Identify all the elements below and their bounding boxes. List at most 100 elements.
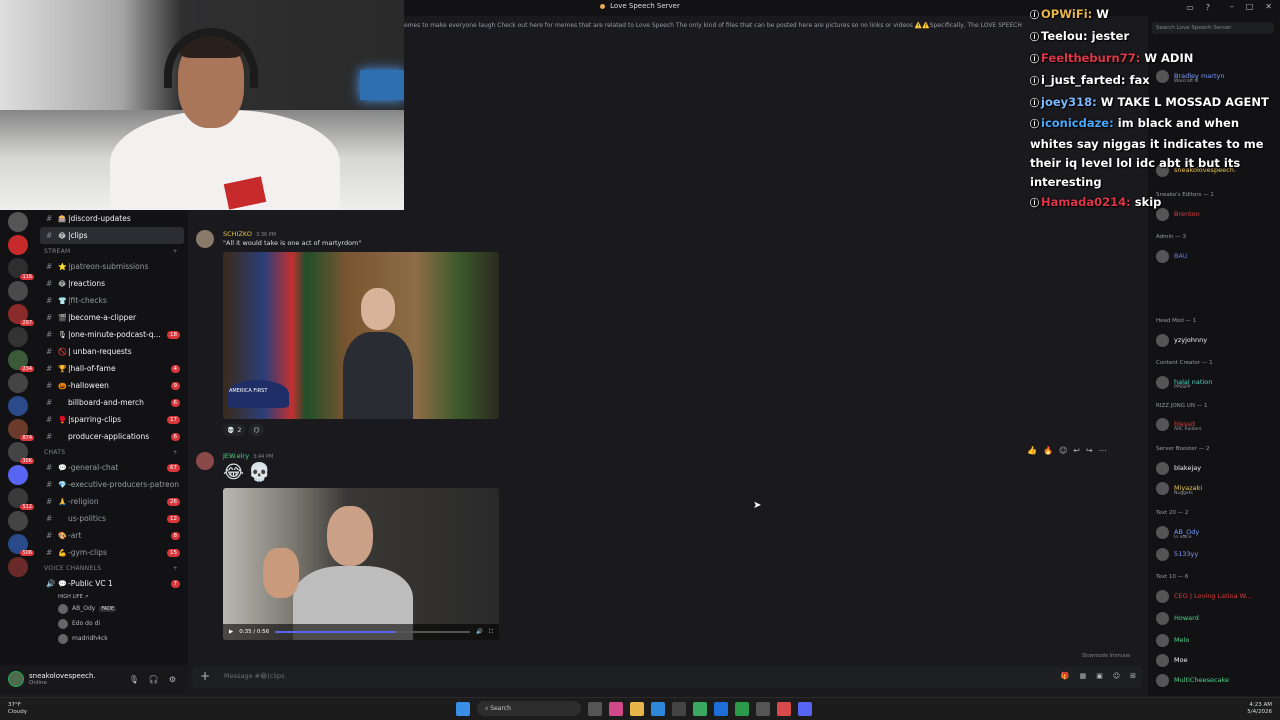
channel-item[interactable]: # 🎨 -art 8 <box>36 527 188 544</box>
gear-icon[interactable]: ⚙ <box>169 675 176 684</box>
channel-item[interactable]: # 👕 |fit-checks <box>36 292 188 309</box>
member-item[interactable]: blessd ARC Raiders <box>1156 416 1201 432</box>
reaction-skull[interactable]: 💀 2 <box>223 424 246 436</box>
avatar[interactable] <box>8 671 24 687</box>
avatar[interactable] <box>196 230 214 248</box>
channel-item[interactable]: # 😂 |clips <box>40 227 184 244</box>
task-view-icon[interactable] <box>588 701 602 716</box>
channel-item[interactable]: # billboard-and-merch 6 <box>36 394 188 411</box>
server-icon[interactable] <box>8 281 28 301</box>
channel-item[interactable]: # 🏆 |hall-of-fame 4 <box>36 360 188 377</box>
chrome-icon[interactable] <box>693 701 707 716</box>
voice-user[interactable]: Edo do di <box>36 616 188 631</box>
channel-item[interactable]: # 🙏 -religion 26 <box>36 493 188 510</box>
server-icon[interactable] <box>8 327 28 347</box>
play-icon[interactable]: ▶ <box>229 629 233 635</box>
member-item[interactable]: yzyjohnny <box>1156 332 1207 348</box>
edge-icon[interactable] <box>651 701 665 716</box>
sticker-icon[interactable]: ▣ <box>1096 672 1103 680</box>
member-item[interactable]: Melo <box>1156 632 1189 648</box>
file-explorer-icon[interactable] <box>630 701 644 716</box>
member-item[interactable]: blakejay <box>1156 460 1201 476</box>
channel-item[interactable]: # ⭐ |patreon-submissions <box>36 258 188 275</box>
app-icon[interactable] <box>756 701 770 716</box>
channel-category[interactable]: VOICE CHANNELS + <box>36 561 188 575</box>
server-icon[interactable]: 116 <box>8 258 34 280</box>
gif-icon[interactable]: ▦ <box>1080 672 1087 680</box>
message-input[interactable]: Message #😂|clips <box>224 672 284 680</box>
server-icon[interactable] <box>8 235 28 255</box>
channel-category[interactable]: CHATS + <box>36 445 188 459</box>
volume-icon[interactable]: 🔊 <box>476 629 483 635</box>
channel-item[interactable]: # 🎬 |become-a-clipper <box>36 309 188 326</box>
member-item[interactable]: Moe <box>1156 652 1188 668</box>
channel-category[interactable]: STREAM + <box>36 244 188 258</box>
add-reaction-icon[interactable]: ☺ <box>1059 446 1067 455</box>
voice-user[interactable]: AB_Ody FADE <box>36 601 188 616</box>
channel-item[interactable]: # 💬 -general-chat 67 <box>36 459 188 476</box>
reply-icon[interactable]: ↩ <box>1073 446 1080 455</box>
server-icon[interactable] <box>8 557 28 577</box>
channel-item[interactable]: # us-politics 12 <box>36 510 188 527</box>
channel-item[interactable]: # 💪 -gym-clips 15 <box>36 544 188 561</box>
excel-icon[interactable] <box>735 701 749 716</box>
more-icon[interactable]: ⋯ <box>1099 446 1107 455</box>
channel-item[interactable]: # 💎 -executive-producers-patreon <box>36 476 188 493</box>
add-channel-icon[interactable]: + <box>173 449 178 456</box>
server-icon[interactable] <box>8 396 28 416</box>
clock[interactable]: 4:23 AM 5/4/2026 <box>1247 702 1272 716</box>
obs-icon[interactable] <box>777 701 791 716</box>
app-icon[interactable] <box>609 701 623 716</box>
channel-item[interactable]: # 🎃 -halloween 9 <box>36 377 188 394</box>
emoji-icon[interactable]: ☺ <box>1113 672 1120 680</box>
server-icon[interactable]: 30K <box>8 442 34 464</box>
member-item[interactable]: MultiCheesecake <box>1156 672 1229 688</box>
add-reaction-button[interactable]: 😶 <box>249 424 264 436</box>
server-icon[interactable]: 874 <box>8 419 34 441</box>
member-item[interactable]: halal nation PPSSPP <box>1156 374 1212 390</box>
store-icon[interactable] <box>672 701 686 716</box>
weather-widget[interactable]: 37°F Cloudy <box>8 702 27 716</box>
avatar[interactable] <box>196 452 214 470</box>
server-icon[interactable] <box>8 373 28 393</box>
channel-item[interactable]: # 🚫 | unban-requests <box>36 343 188 360</box>
channel-item[interactable]: # 🎙 |one-minute-podcast-q... 18 <box>36 326 188 343</box>
app-icon[interactable] <box>714 701 728 716</box>
server-icon[interactable] <box>8 465 28 485</box>
member-item[interactable]: BAU <box>1156 248 1188 264</box>
channel-item[interactable]: # producer-applications 6 <box>36 428 188 445</box>
channel-item[interactable]: # 🥊 |sparring-clips 17 <box>36 411 188 428</box>
start-icon[interactable] <box>456 701 470 716</box>
message-author[interactable]: SCHIZKO 3:36 PM <box>223 230 276 238</box>
reaction-icon[interactable]: 👍 <box>1027 446 1037 455</box>
microphone-icon[interactable]: 🎙 <box>129 675 139 684</box>
voice-user[interactable]: madridh4ck <box>36 631 188 646</box>
channel-item[interactable]: 🔊 💬 -Public VC 1 7 <box>36 575 188 592</box>
channel-item[interactable]: # 🎰 |discord-updates <box>36 210 188 227</box>
server-icon[interactable]: 297 <box>8 304 34 326</box>
taskbar-search[interactable]: ⌕ Search <box>477 701 581 716</box>
discord-icon[interactable] <box>798 701 812 716</box>
member-item[interactable]: AB_Ody In voice <box>1156 524 1199 540</box>
forward-icon[interactable]: ↪ <box>1086 446 1093 455</box>
add-channel-icon[interactable]: + <box>173 565 178 572</box>
member-item[interactable]: Howard <box>1156 610 1199 626</box>
server-icon[interactable] <box>8 212 28 232</box>
apps-icon[interactable]: ⊞ <box>1130 672 1136 680</box>
message-image[interactable]: AMERICA FIRST <box>223 252 499 419</box>
fullscreen-icon[interactable]: ⛶ <box>489 629 493 636</box>
channel-item[interactable]: # 😂 |reactions <box>36 275 188 292</box>
message-author[interactable]: JEW.elry 3:44 PM <box>223 452 273 460</box>
member-item[interactable]: Miyazaki Nuggets <box>1156 480 1202 496</box>
reaction-icon[interactable]: 🔥 <box>1043 446 1053 455</box>
member-item[interactable]: 5133yy <box>1156 546 1198 562</box>
server-icon[interactable]: 512 <box>8 488 34 510</box>
headphones-icon[interactable]: 🎧 <box>149 675 159 684</box>
server-icon[interactable]: 506 <box>8 534 34 556</box>
member-item[interactable]: CEO | Loving Latina W... <box>1156 588 1252 604</box>
gift-icon[interactable]: 🎁 <box>1061 672 1070 680</box>
message-composer[interactable]: + Message #😂|clips 🎁 ▦ ▣ ☺ ⊞ <box>192 666 1142 688</box>
server-icon[interactable]: 234 <box>8 350 34 372</box>
server-icon[interactable] <box>8 511 28 531</box>
attach-button[interactable]: + <box>200 669 210 683</box>
